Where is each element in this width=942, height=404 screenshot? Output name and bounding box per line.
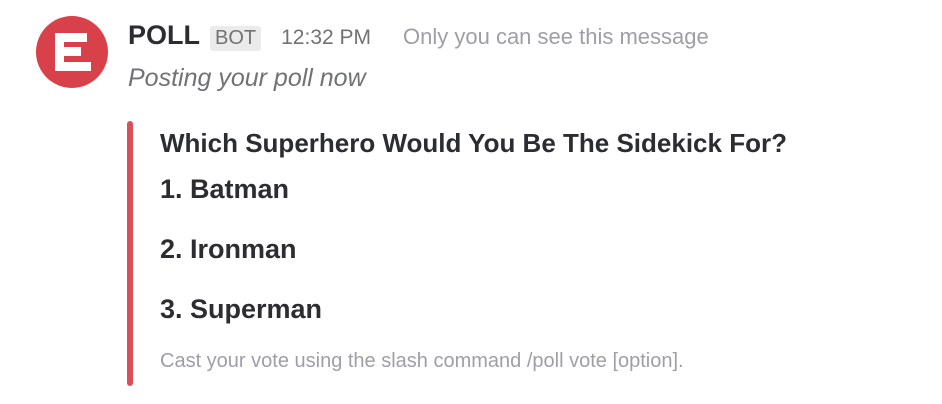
poll-instructions: Cast your vote using the slash command /… — [160, 350, 684, 372]
poll-option: 1. Batman — [160, 174, 290, 204]
sender-name[interactable]: POLL — [128, 20, 200, 51]
poll-option: 3. Superman — [160, 294, 323, 324]
bot-avatar[interactable] — [36, 16, 108, 88]
message-timestamp[interactable]: 12:32 PM — [281, 26, 371, 50]
message-header: POLL BOT 12:32 PM Only you can see this … — [128, 20, 709, 60]
visibility-note: Only you can see this message — [403, 24, 709, 49]
message-text: Posting your poll now — [128, 64, 366, 92]
attachment-color-bar — [127, 121, 133, 386]
poll-bar-chart-icon — [55, 33, 91, 71]
bot-badge: BOT — [210, 26, 262, 51]
poll-option: 2. Ironman — [160, 234, 297, 264]
poll-question: Which Superhero Would You Be The Sidekic… — [160, 128, 787, 158]
poll-attachment: Which Superhero Would You Be The Sidekic… — [127, 121, 887, 386]
